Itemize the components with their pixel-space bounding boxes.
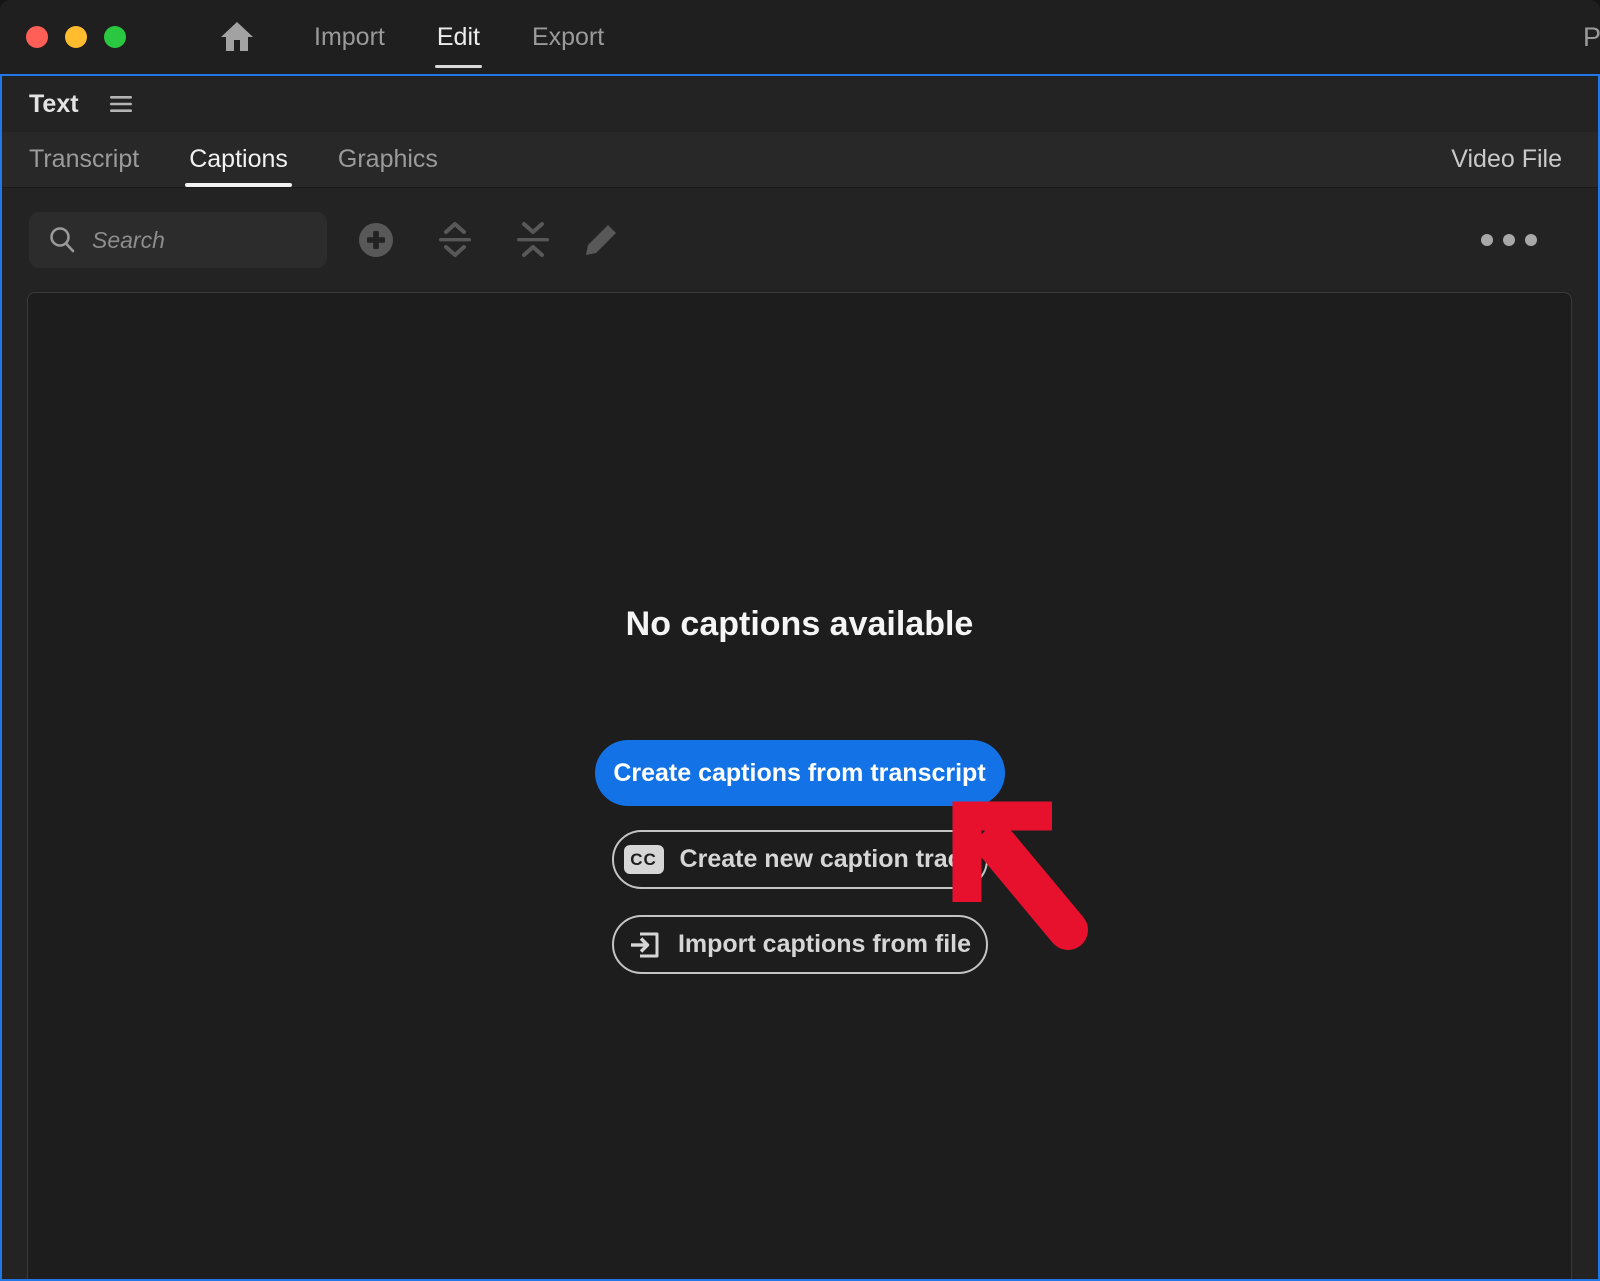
search-input[interactable]	[92, 227, 313, 254]
panel-title: Text	[29, 90, 79, 119]
workspace-tab-import[interactable]: Import	[314, 23, 385, 52]
tab-captions[interactable]: Captions	[189, 132, 288, 187]
captions-toolbar	[2, 188, 1598, 292]
import-file-icon	[628, 928, 662, 962]
workspace-tab-edit[interactable]: Edit	[437, 23, 480, 52]
empty-state-title: No captions available	[626, 605, 974, 644]
captions-empty-state: No captions available Create captions fr…	[27, 292, 1572, 1279]
window-controls	[0, 26, 126, 48]
zoom-window-button[interactable]	[104, 26, 126, 48]
more-options-button[interactable]	[1480, 233, 1538, 247]
split-captions-button[interactable]	[433, 220, 477, 260]
panel-menu-icon[interactable]	[109, 95, 133, 113]
primary-button-label: Create captions from transcript	[613, 759, 985, 788]
tertiary-button-label: Import captions from file	[678, 930, 971, 959]
merge-captions-button[interactable]	[511, 220, 555, 260]
text-panel: Text Transcript Captions Graphics Video …	[0, 74, 1600, 1281]
workspace-tab-export[interactable]: Export	[532, 23, 604, 52]
tab-graphics[interactable]: Graphics	[338, 132, 438, 187]
add-caption-button[interactable]	[357, 221, 395, 259]
tab-transcript[interactable]: Transcript	[29, 132, 139, 187]
secondary-button-label: Create new caption track	[680, 845, 976, 874]
panel-header: Text	[2, 76, 1598, 132]
closed-captions-icon: CC	[624, 845, 664, 874]
search-icon	[47, 225, 77, 255]
premiere-pro-window: Import Edit Export Pr Text Transcript Ca…	[0, 0, 1600, 1281]
home-icon[interactable]	[218, 18, 256, 56]
window-titlebar: Import Edit Export Pr	[0, 0, 1600, 74]
edit-pencil-button[interactable]	[581, 220, 621, 260]
workspace-switcher: Import Edit Export	[314, 23, 604, 52]
minimize-window-button[interactable]	[65, 26, 87, 48]
app-name-label: Pr	[1583, 22, 1600, 53]
panel-tabstrip: Transcript Captions Graphics Video File	[2, 132, 1598, 188]
video-file-label: Video File	[1451, 145, 1562, 174]
create-new-caption-track-button[interactable]: CC Create new caption track	[612, 830, 988, 889]
import-captions-from-file-button[interactable]: Import captions from file	[612, 915, 988, 974]
close-window-button[interactable]	[26, 26, 48, 48]
create-captions-from-transcript-button[interactable]: Create captions from transcript	[595, 740, 1005, 806]
search-input-box[interactable]	[29, 212, 327, 268]
